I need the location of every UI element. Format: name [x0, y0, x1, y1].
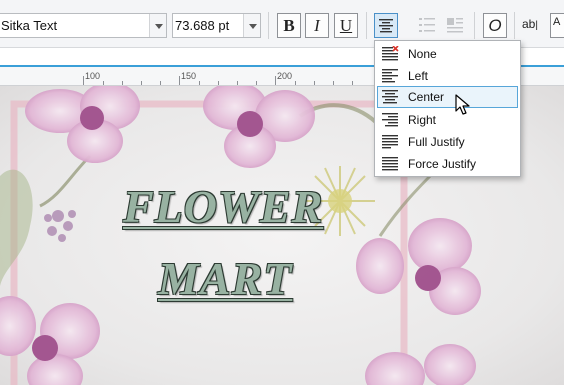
ruler-tick	[275, 76, 276, 85]
menu-item-label: Full Justify	[408, 135, 465, 149]
ruler-label: 200	[277, 71, 293, 81]
bold-label: B	[283, 15, 295, 35]
italic-label: I	[314, 15, 320, 35]
toolbar-separator	[268, 12, 269, 39]
font-size-value: 73.688 pt	[175, 18, 230, 33]
menu-item-label: Right	[408, 113, 437, 127]
font-family-value: Sitka Text	[1, 18, 58, 33]
horizontal-alignment-button[interactable]	[374, 13, 398, 38]
toolbar-separator	[514, 12, 515, 39]
ruler-tick	[83, 76, 84, 85]
ruler-tick	[218, 81, 219, 85]
ruler-tick	[352, 81, 353, 85]
ruler-tick	[160, 81, 161, 85]
align-center-icon	[382, 90, 398, 104]
chevron-down-icon[interactable]	[149, 14, 166, 37]
bullet-list-icon[interactable]	[418, 16, 436, 34]
chevron-down-icon[interactable]	[243, 14, 260, 37]
bold-button[interactable]: B	[277, 13, 301, 38]
font-family-combo[interactable]: Sitka Text	[0, 13, 167, 38]
menu-item-label: Left	[408, 69, 429, 83]
ruler-tick	[333, 81, 334, 85]
font-size-combo[interactable]: 73.688 pt	[172, 13, 261, 38]
headline-flower[interactable]: FLOWER	[123, 180, 323, 233]
alignment-dropdown-menu: None Left Center Right Full Justify Forc…	[374, 40, 521, 177]
ruler-tick	[122, 81, 123, 85]
align-right-icon	[382, 113, 398, 127]
ruler-tick	[295, 81, 296, 85]
ruler-label: 150	[181, 71, 197, 81]
text-frame-button[interactable]: ab|	[522, 17, 538, 31]
ruler-tick	[179, 76, 180, 85]
menu-item-full-justify[interactable]: Full Justify	[377, 131, 518, 153]
menu-item-left[interactable]: Left	[377, 65, 518, 87]
menu-item-right[interactable]: Right	[377, 109, 518, 131]
menu-item-center[interactable]: Center	[377, 86, 518, 108]
underline-label: U	[339, 15, 353, 35]
ruler-tick	[314, 81, 315, 85]
drop-cap-icon[interactable]	[446, 16, 464, 34]
ruler-tick	[141, 81, 142, 85]
align-justify-icon	[382, 135, 398, 149]
headline-mart[interactable]: MART	[158, 252, 292, 305]
menu-item-label: Force Justify	[408, 157, 477, 171]
insert-character-button[interactable]: A	[550, 13, 564, 38]
ruler-label: 100	[85, 71, 101, 81]
align-force-justify-icon	[382, 157, 398, 171]
underline-button[interactable]: U	[334, 13, 358, 38]
opentype-icon: O	[488, 15, 502, 35]
ruler-tick	[256, 81, 257, 85]
align-left-icon	[382, 69, 398, 83]
ruler-tick	[199, 81, 200, 85]
menu-item-force-justify[interactable]: Force Justify	[377, 153, 518, 175]
ruler-tick	[237, 81, 238, 85]
mouse-pointer-icon	[455, 94, 470, 115]
toolbar-separator	[474, 12, 475, 39]
toolbar-separator	[366, 12, 367, 39]
insert-character-label: A	[553, 16, 561, 28]
opentype-button[interactable]: O	[483, 13, 507, 38]
align-center-icon	[379, 18, 393, 32]
menu-item-none[interactable]: None	[377, 43, 518, 65]
italic-button[interactable]: I	[305, 13, 329, 38]
text-frame-label: ab	[522, 17, 536, 31]
ruler-tick	[103, 81, 104, 85]
menu-item-label: Center	[408, 90, 445, 104]
align-none-icon	[382, 46, 399, 61]
menu-item-label: None	[408, 47, 437, 61]
